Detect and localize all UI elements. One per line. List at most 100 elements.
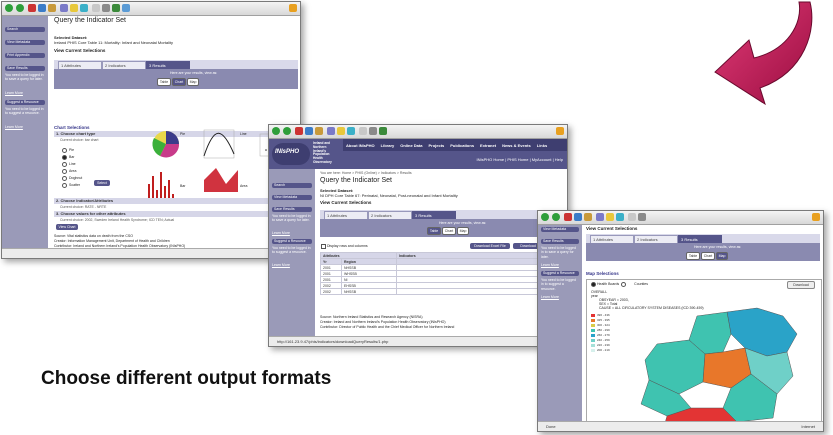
edit-icon[interactable] — [112, 4, 120, 12]
favorites-icon[interactable] — [70, 4, 78, 12]
sidebar-learn-more[interactable]: Learn More — [272, 231, 290, 235]
map-download-button[interactable]: Download — [787, 281, 815, 289]
sidebar-save-results[interactable]: Save Results — [5, 66, 45, 71]
map-button[interactable]: Map — [457, 227, 469, 235]
stop-icon[interactable] — [28, 4, 36, 12]
refresh-icon[interactable] — [38, 4, 46, 12]
history-icon[interactable] — [80, 4, 88, 12]
stop-icon[interactable] — [295, 127, 303, 135]
table-button[interactable]: Table — [686, 252, 700, 260]
display-checkbox[interactable] — [321, 244, 326, 249]
counties-label[interactable]: Counties — [634, 282, 648, 286]
radio-line[interactable] — [62, 162, 67, 167]
favorites-icon[interactable] — [606, 213, 614, 221]
tab-indicators[interactable]: 2 Indicators — [102, 61, 146, 69]
nav-about[interactable]: About INIsPHO — [346, 143, 375, 148]
sidebar: Search View Metadata Save Results You ne… — [269, 169, 315, 337]
view-current-selections[interactable]: View Current Selections — [320, 200, 371, 205]
tab-indicators[interactable]: 2 Indicators — [634, 235, 678, 243]
sidebar-learn-more-2[interactable]: Learn More — [272, 263, 290, 267]
nav-library[interactable]: Library — [381, 143, 395, 148]
refresh-icon[interactable] — [574, 213, 582, 221]
view-chart-button[interactable]: View Chart — [56, 224, 78, 230]
sidebar-view-metadata[interactable]: View Metadata — [5, 40, 45, 45]
table-button[interactable]: Table — [157, 78, 171, 86]
radio-area[interactable] — [62, 169, 67, 174]
select-button[interactable]: Select — [94, 180, 110, 186]
tab-results[interactable]: 3 Results — [412, 211, 456, 219]
print-icon[interactable] — [638, 213, 646, 221]
sub-links[interactable]: INIsPHO Home | PHIS Home | MyAccount | H… — [477, 157, 563, 162]
tab-attributes[interactable]: 1 Attributes — [58, 61, 102, 69]
back-icon[interactable] — [541, 213, 549, 221]
mail-icon[interactable] — [628, 213, 636, 221]
display-rows-columns[interactable]: Display rows and columns — [321, 244, 368, 249]
sidebar-view-metadata[interactable]: View Metadata — [272, 195, 312, 200]
sidebar-suggest-resource[interactable]: Suggest a Resource — [541, 271, 579, 276]
tab-attributes[interactable]: 1 Attributes — [324, 211, 368, 219]
tab-results[interactable]: 3 Results — [146, 61, 190, 69]
home-icon[interactable] — [584, 213, 592, 221]
view-current-selections[interactable]: View Current Selections — [586, 226, 637, 231]
nav-publications[interactable]: Publications — [450, 143, 474, 148]
radio-pie[interactable] — [62, 148, 67, 153]
print-icon[interactable] — [369, 127, 377, 135]
health-boards-label[interactable]: Health Boards — [597, 282, 619, 286]
edit-icon[interactable] — [379, 127, 387, 135]
table-button[interactable]: Table — [427, 227, 441, 235]
sidebar-learn-more[interactable]: Learn More — [5, 91, 23, 95]
sidebar-learn-more-2[interactable]: Learn More — [5, 125, 23, 129]
caption: Choose different output formats — [41, 368, 332, 389]
view-current-selections[interactable]: View Current Selections — [54, 48, 105, 53]
sidebar-print-appendix[interactable]: Print Appendix — [5, 53, 45, 58]
sidebar-save-results[interactable]: Save Results — [541, 239, 579, 244]
chart-button[interactable]: Chart — [172, 78, 186, 86]
tab-attributes[interactable]: 1 Attributes — [590, 235, 634, 243]
sidebar-learn-more-2[interactable]: Learn More — [541, 295, 559, 299]
sidebar-learn-more[interactable]: Learn More — [541, 263, 559, 267]
sidebar-suggest-resource[interactable]: Suggest a Resource — [272, 239, 312, 244]
messenger-icon[interactable] — [122, 4, 130, 12]
nav-projects[interactable]: Projects — [428, 143, 444, 148]
refresh-icon[interactable] — [305, 127, 313, 135]
search-icon[interactable] — [596, 213, 604, 221]
mail-icon[interactable] — [92, 4, 100, 12]
tab-results[interactable]: 3 Results — [678, 235, 722, 243]
search-icon[interactable] — [60, 4, 68, 12]
forward-icon[interactable] — [283, 127, 291, 135]
history-icon[interactable] — [616, 213, 624, 221]
back-icon[interactable] — [5, 4, 13, 12]
chart-button[interactable]: Chart — [701, 252, 715, 260]
mail-icon[interactable] — [359, 127, 367, 135]
stop-icon[interactable] — [564, 213, 572, 221]
nav-online-data[interactable]: Online Data — [400, 143, 422, 148]
map-button[interactable]: Map — [716, 252, 728, 260]
nav-news[interactable]: News & Events — [502, 143, 531, 148]
forward-icon[interactable] — [552, 213, 560, 221]
chart-type-label: Scatter — [69, 183, 81, 187]
sidebar-search[interactable]: Search — [5, 27, 45, 32]
radio-health-boards[interactable] — [591, 282, 596, 287]
home-icon[interactable] — [315, 127, 323, 135]
radio-scatter[interactable] — [62, 183, 67, 188]
chart-button[interactable]: Chart — [442, 227, 456, 235]
radio-counties[interactable] — [621, 282, 626, 287]
nav-links[interactable]: Links — [537, 143, 547, 148]
history-icon[interactable] — [347, 127, 355, 135]
nav-extranet[interactable]: Extranet — [480, 143, 496, 148]
radio-doghnut[interactable] — [62, 176, 67, 181]
favorites-icon[interactable] — [337, 127, 345, 135]
sidebar-save-results[interactable]: Save Results — [272, 207, 312, 212]
home-icon[interactable] — [48, 4, 56, 12]
download-excel-button[interactable]: Download Excel File — [470, 243, 510, 249]
tab-indicators[interactable]: 2 Indicators — [368, 211, 412, 219]
sidebar-search[interactable]: Search — [272, 183, 312, 188]
sidebar-view-metadata[interactable]: View Metadata — [541, 227, 579, 232]
forward-icon[interactable] — [16, 4, 24, 12]
sidebar-suggest-resource[interactable]: Suggest a Resource — [5, 100, 45, 105]
radio-bar[interactable] — [62, 155, 67, 160]
print-icon[interactable] — [102, 4, 110, 12]
back-icon[interactable] — [272, 127, 280, 135]
search-icon[interactable] — [327, 127, 335, 135]
map-button[interactable]: Map — [187, 78, 199, 86]
